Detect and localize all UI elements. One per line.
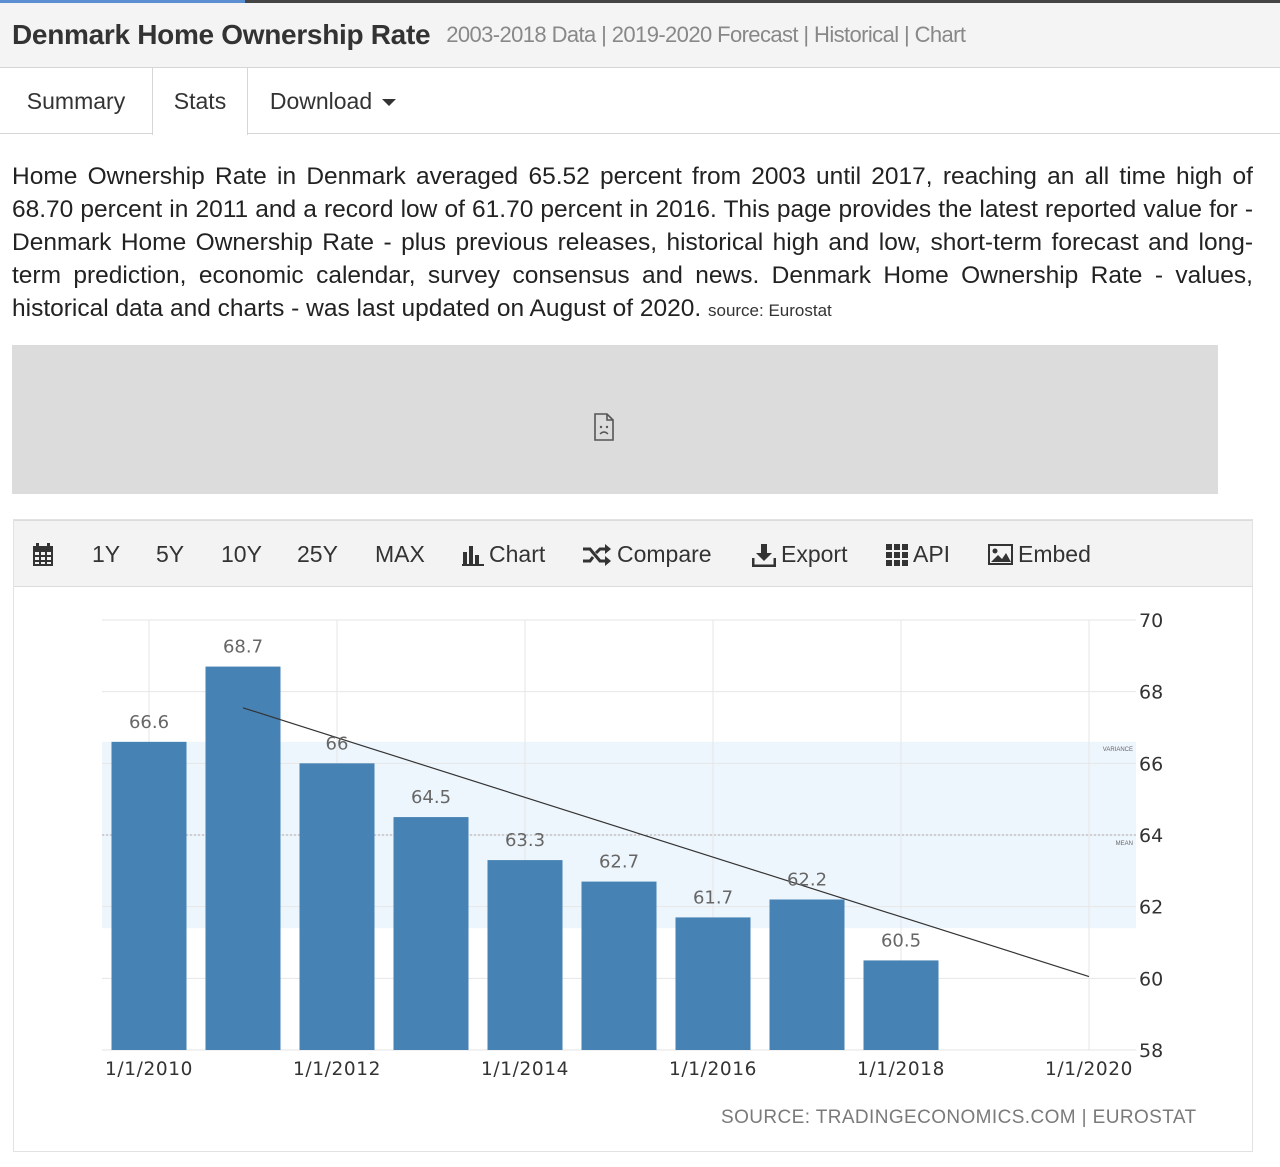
value-label-2014: 63.3 [505,830,545,851]
x-tick-label: 1/1/2018 [857,1059,945,1080]
bar-2016 [675,917,751,1050]
value-label-2017: 62.2 [787,870,827,891]
value-label-2013: 64.5 [411,787,451,808]
x-tick-label: 1/1/2014 [481,1059,569,1080]
value-label-2012: 66 [326,733,349,754]
ownership-bar-chart: MEAN VARIANCE 66.6 68.7 66 64.5 63.3 62.7 61.7 62… [102,610,1163,1080]
x-tick-label: 1/1/2012 [293,1059,381,1080]
x-tick-label: 1/1/2020 [1045,1059,1133,1080]
bar-2013 [393,817,469,1050]
y-tick-label: 68 [1139,682,1163,704]
bar-2011 [205,666,281,1050]
y-tick-label: 66 [1139,753,1163,775]
variance-label: VARIANCE [1103,747,1133,753]
chart-source: SOURCE: TRADINGECONOMICS.COM | EUROSTAT [721,1107,1197,1128]
value-label-2010: 66.6 [129,712,169,733]
mean-label: MEAN [1116,841,1133,847]
value-label-2015: 62.7 [599,852,639,873]
value-label-2018: 60.5 [881,930,921,951]
bar-2014 [487,860,563,1050]
bar-2010 [111,741,187,1050]
bar-2015 [581,881,657,1050]
bar-2012 [299,763,375,1050]
y-tick-label: 58 [1139,1040,1163,1062]
x-tick-label: 1/1/2016 [669,1059,757,1080]
y-tick-label: 64 [1139,825,1163,847]
value-label-2011: 68.7 [223,637,263,658]
y-tick-label: 62 [1139,897,1163,919]
bar-2018 [863,960,939,1050]
x-tick-label: 1/1/2010 [105,1059,193,1080]
bar-2017 [769,899,845,1050]
y-tick-label: 70 [1139,610,1163,632]
value-label-2016: 61.7 [693,887,733,908]
y-tick-label: 60 [1139,968,1163,990]
